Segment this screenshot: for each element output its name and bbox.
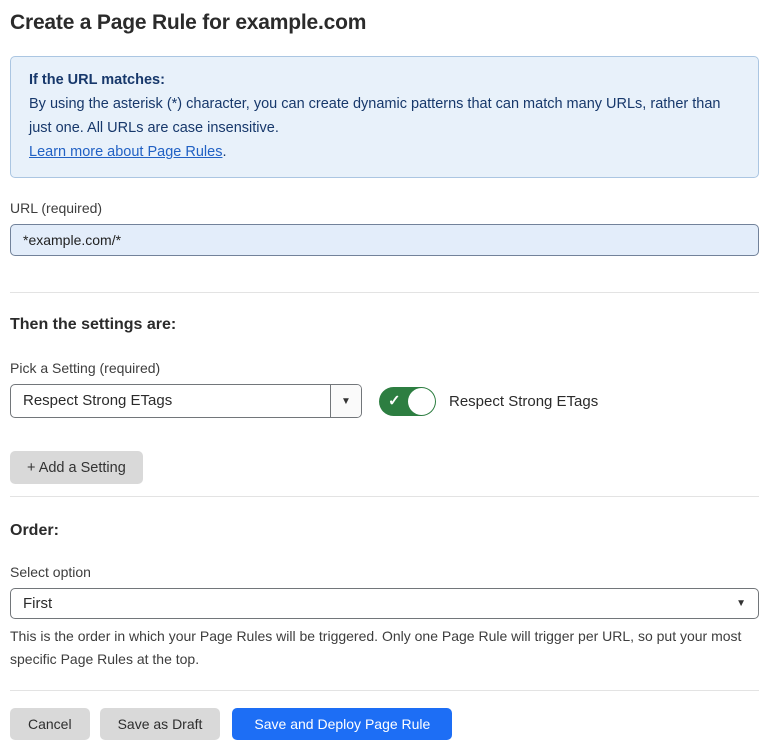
info-box-body: By using the asterisk (*) character, you… [29, 92, 740, 140]
pick-setting-label: Pick a Setting (required) [10, 360, 759, 376]
page-title: Create a Page Rule for example.com [10, 11, 759, 35]
save-and-deploy-button[interactable]: Save and Deploy Page Rule [232, 708, 452, 740]
chevron-down-icon: ▼ [341, 396, 351, 407]
url-match-info-box: If the URL matches: By using the asteris… [10, 56, 759, 178]
check-icon: ✓ [388, 394, 401, 409]
info-box-link-line: Learn more about Page Rules. [29, 140, 740, 164]
link-period: . [222, 144, 226, 160]
url-field-label: URL (required) [10, 200, 759, 216]
save-as-draft-button[interactable]: Save as Draft [100, 708, 221, 740]
url-input[interactable] [10, 224, 759, 256]
order-section-heading: Order: [10, 522, 759, 540]
order-select[interactable]: First ▼ [10, 588, 759, 619]
setting-select-value: Respect Strong ETags [11, 385, 330, 417]
toggle-knob [408, 388, 435, 415]
cancel-button[interactable]: Cancel [10, 708, 90, 740]
setting-row: Respect Strong ETags ▼ ✓ Respect Strong … [10, 384, 759, 418]
respect-strong-etags-toggle[interactable]: ✓ [379, 387, 436, 416]
order-help-text: This is the order in which your Page Rul… [10, 625, 759, 671]
setting-select-arrow-button[interactable]: ▼ [330, 385, 361, 417]
order-select-label: Select option [10, 564, 759, 580]
divider [10, 496, 759, 497]
footer-actions: Cancel Save as Draft Save and Deploy Pag… [10, 708, 759, 740]
divider [10, 690, 759, 691]
divider [10, 292, 759, 293]
add-setting-button[interactable]: + Add a Setting [10, 451, 143, 484]
info-box-heading: If the URL matches: [29, 68, 740, 92]
setting-toggle-group: ✓ Respect Strong ETags [379, 387, 598, 416]
toggle-label: Respect Strong ETags [449, 393, 598, 410]
order-select-value: First [23, 595, 52, 612]
settings-section-heading: Then the settings are: [10, 316, 759, 334]
page-rule-form: Create a Page Rule for example.com If th… [0, 11, 769, 740]
setting-select[interactable]: Respect Strong ETags ▼ [10, 384, 362, 418]
chevron-down-icon: ▼ [736, 598, 746, 609]
learn-more-link[interactable]: Learn more about Page Rules [29, 144, 222, 160]
